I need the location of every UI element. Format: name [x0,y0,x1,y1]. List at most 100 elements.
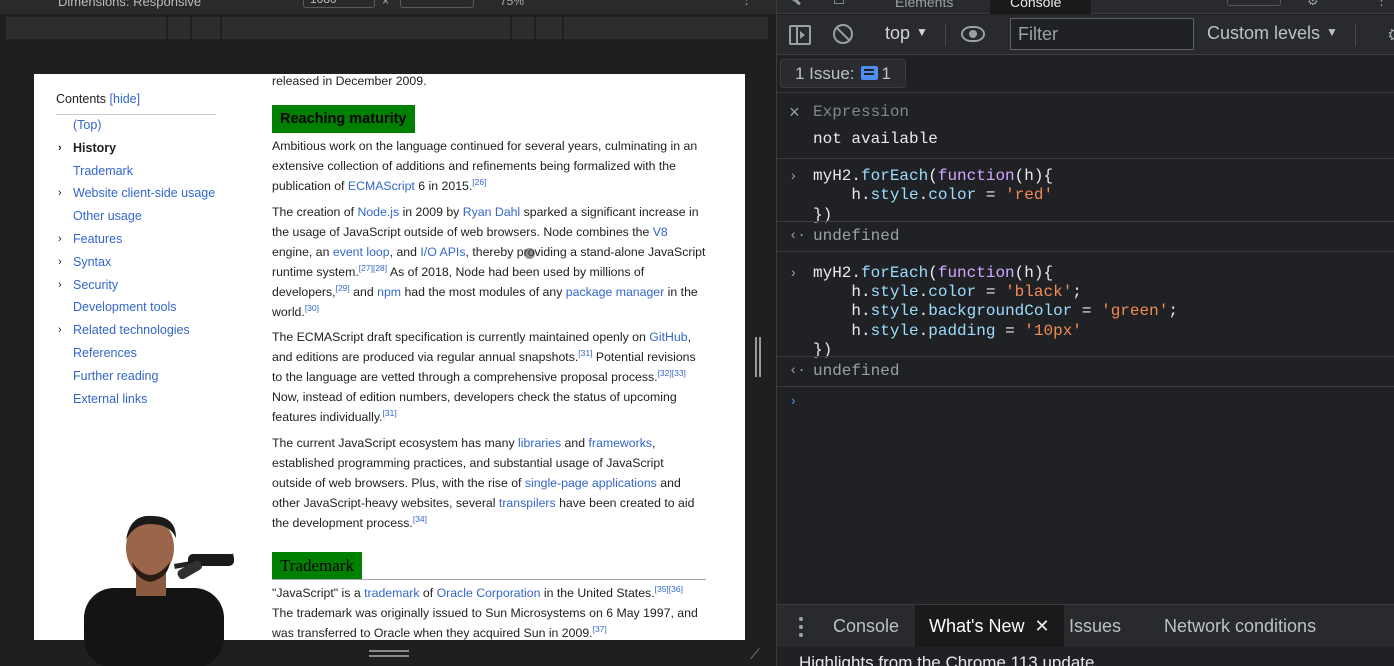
live-expression-eye-icon[interactable] [961,26,985,42]
toc-item-features[interactable]: › Features [56,228,246,251]
drawer-tabbar: Console What's New ✕ Issues Network condi… [777,604,1394,647]
toc-item-trademark[interactable]: Trademark [56,160,246,183]
toc-item-label: Related technologies [73,323,190,338]
link-ryan-dahl[interactable]: Ryan Dahl [463,205,520,219]
chevron-right-icon[interactable]: › [58,251,62,274]
tab-console[interactable]: Console [990,0,1091,14]
drawer-tab-console[interactable]: Console [833,605,899,647]
link-frameworks[interactable]: frameworks [588,436,652,450]
ref-34[interactable]: [34] [413,514,427,524]
toc-item-label: Syntax [73,254,112,269]
table-of-contents: Contents [hide] (Top) › History Trademark › W… [56,90,246,410]
ref-31[interactable]: [31] [578,348,592,358]
clear-console-icon[interactable] [833,24,853,44]
zoom-select[interactable]: 75% [500,0,524,8]
ref-32-33[interactable]: [32][33] [658,368,686,378]
link-package-manager[interactable]: package manager [566,285,664,299]
console-output: × Expression not available › myH2.forEach… [777,94,1394,602]
more-options-icon[interactable]: ⋮ [740,0,753,8]
heading-rule [272,579,706,580]
tab-elements[interactable]: Elements [895,0,953,10]
drawer-tab-whats-new[interactable]: What's New ✕ [915,605,1064,647]
result-arrow-icon: ‹· [789,227,806,244]
whats-new-content: Highlights from the Chrome 113 update [777,648,1394,666]
sidebar-toggle-icon[interactable] [789,25,811,45]
ref-30[interactable]: [30] [305,302,319,312]
viewport-resize-handle[interactable] [369,650,409,660]
toc-hide-link[interactable]: [hide] [110,92,141,106]
remove-expression-icon[interactable]: × [789,104,800,124]
ref-26[interactable]: [26] [472,177,486,187]
input-chevron-icon: › [789,265,798,282]
link-event-loop[interactable]: event loop [333,245,390,259]
live-expression: × Expression not available [777,94,1394,159]
link-io-apis[interactable]: I/O APIs [420,245,465,259]
close-tab-icon[interactable]: ✕ [1034,616,1049,636]
side-resize-handle[interactable] [755,337,764,377]
chevron-right-icon[interactable]: › [58,182,62,205]
link-oracle[interactable]: Oracle Corporation [437,586,541,600]
media-query-ruler[interactable] [6,17,770,39]
code-line: h.style.color = 'red' [813,186,1054,205]
drawer-tab-issues[interactable]: Issues [1069,605,1121,647]
link-github[interactable]: GitHub [649,330,687,344]
log-levels-dropdown[interactable]: Custom levels ▼ [1207,23,1338,44]
ref-27-28[interactable]: [27][28] [359,263,387,273]
link-libraries[interactable]: libraries [518,436,561,450]
filter-input[interactable] [1010,18,1194,50]
expression-value: not available [813,130,938,148]
chevron-right-icon[interactable]: › [58,319,62,342]
ref-35-36[interactable]: [35][36] [655,584,683,594]
console-settings-icon[interactable]: ⚙ [1387,25,1394,46]
chevron-right-icon[interactable]: › [58,228,62,251]
screen: Dimensions: Responsive 1080 × 75% ⋮ Cont… [0,0,1394,666]
device-emulation-pane: Dimensions: Responsive 1080 × 75% ⋮ Cont… [0,0,776,666]
mouse-cursor [524,248,535,259]
toc-item-label: Features [73,231,123,246]
link-ecmascript[interactable]: ECMAScript [348,179,415,193]
corner-resize-icon[interactable]: ⟋ [750,646,760,663]
toc-item-website-client-side-usage[interactable]: › Website client-side usage [56,182,246,205]
ref-31b[interactable]: [31] [383,408,397,418]
toc-item-other-usage[interactable]: Other usage [56,205,246,228]
issues-counter-chip[interactable] [1227,0,1281,6]
link-transpilers[interactable]: transpilers [499,496,556,510]
link-v8[interactable]: V8 [653,225,668,239]
link-spa[interactable]: single-page applications [525,476,657,490]
lead-fragment: released in December 2009. [272,74,427,88]
toc-item-external-links[interactable]: External links [56,388,246,411]
heading-trademark: Trademark [272,552,362,580]
link-npm[interactable]: npm [377,285,401,299]
ref-29[interactable]: [29] [336,283,350,293]
device-toolbar: Dimensions: Responsive 1080 × 75% ⋮ [0,0,776,14]
toc-item-syntax[interactable]: › Syntax [56,251,246,274]
link-nodejs[interactable]: Node.js [357,205,399,219]
width-input[interactable]: 1080 [303,0,375,8]
toc-item-security[interactable]: › Security [56,274,246,297]
more-menu-icon[interactable]: ⋮ [1375,0,1388,9]
inspect-element-icon[interactable]: ⬉ [791,0,802,9]
toc-item-related-technologies[interactable]: › Related technologies [56,319,246,342]
device-toolbar-icon[interactable]: ▭ [833,0,845,9]
toc-item-development-tools[interactable]: Development tools [56,296,246,319]
height-input[interactable] [400,0,474,8]
toc-item-references[interactable]: References [56,342,246,365]
drawer-tab-network-conditions[interactable]: Network conditions [1164,605,1316,647]
drawer-menu-icon[interactable] [799,617,803,637]
issues-button[interactable]: 1 Issue: 1 [780,59,907,88]
toc-item-label: Development tools [73,300,177,315]
toc-item-label: Trademark [73,163,133,178]
context-selector[interactable]: top ▼ [885,23,928,44]
dimensions-label[interactable]: Dimensions: Responsive [58,0,201,9]
presenter-webcam [84,515,234,666]
heading-reaching-maturity: Reaching maturity [272,105,415,133]
link-trademark[interactable]: trademark [364,586,419,600]
whats-new-headline: Highlights from the Chrome 113 update [799,653,1095,666]
ref-37[interactable]: [37] [593,624,607,634]
chevron-right-icon[interactable]: › [58,137,62,160]
toc-item-further-reading[interactable]: Further reading [56,365,246,388]
settings-icon[interactable]: ⚙ [1307,0,1319,9]
toc-item-top[interactable]: (Top) [56,114,246,137]
toc-item-history[interactable]: › History [56,137,246,160]
chevron-right-icon[interactable]: › [58,274,62,297]
